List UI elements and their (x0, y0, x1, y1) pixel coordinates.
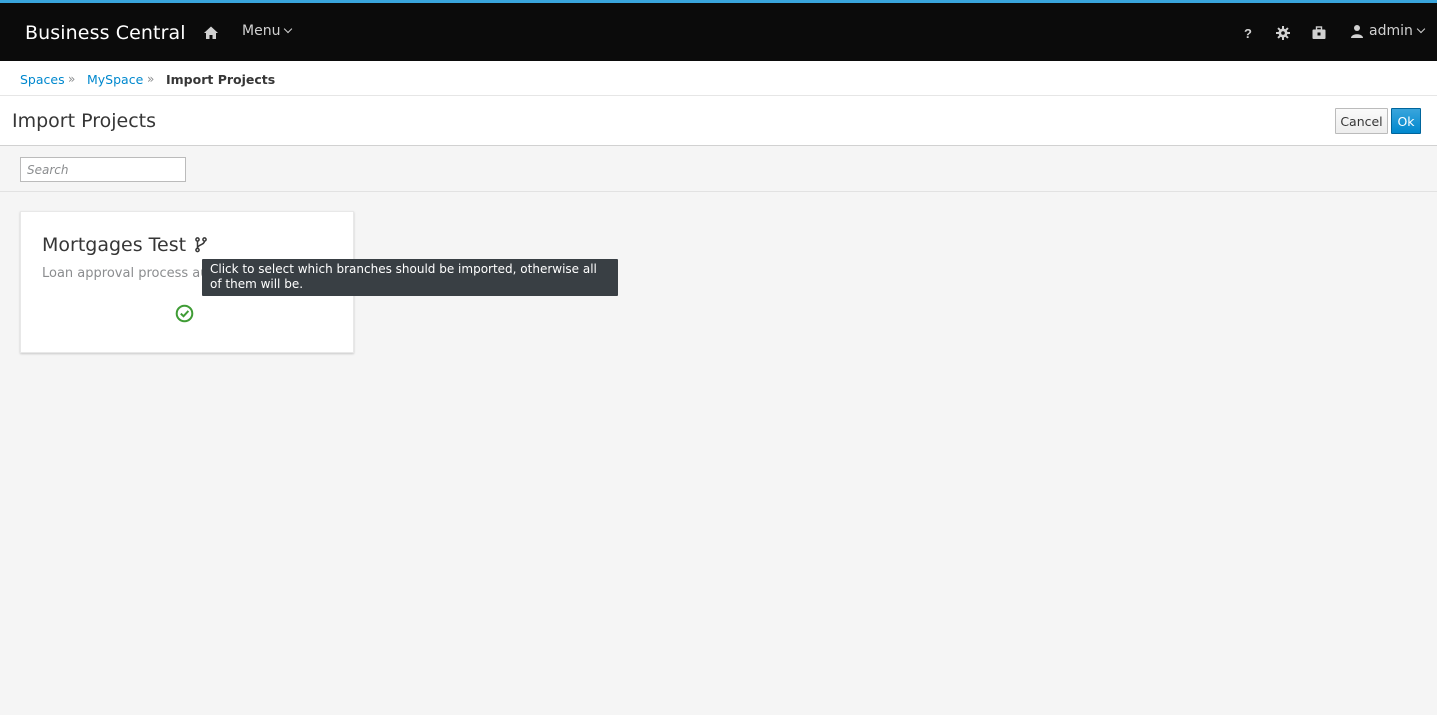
help-glyph: ? (1244, 25, 1252, 41)
project-card-title: Mortgages Test (42, 234, 208, 256)
check-circle-icon (175, 304, 194, 323)
briefcase-icon[interactable] (1311, 25, 1327, 41)
ok-button[interactable]: Ok (1391, 108, 1421, 134)
breadcrumb-separator: » (147, 72, 155, 86)
project-name: Mortgages Test (42, 234, 187, 256)
breadcrumb-spaces[interactable]: Spaces (20, 72, 65, 87)
menu-dropdown[interactable]: Menu (242, 23, 293, 39)
user-icon (1351, 25, 1363, 38)
brand-title[interactable]: Business Central (25, 22, 186, 44)
branch-icon[interactable] (194, 237, 208, 253)
branch-tooltip: Click to select which branches should be… (202, 259, 618, 296)
page-header: Import Projects Cancel Ok (0, 96, 1437, 146)
gear-icon[interactable] (1275, 25, 1291, 41)
home-icon[interactable] (203, 25, 219, 41)
page-title: Import Projects (12, 110, 157, 132)
user-label: admin (1369, 23, 1413, 39)
chevron-down-icon (284, 24, 293, 34)
cancel-button[interactable]: Cancel (1335, 108, 1388, 134)
top-navbar: Business Central Menu ? admin (0, 0, 1437, 61)
menu-label: Menu (242, 23, 281, 39)
filter-toolbar (0, 146, 1437, 192)
breadcrumb-current: Import Projects (166, 72, 276, 87)
project-description: Loan approval process aut (42, 266, 214, 281)
breadcrumb-myspace[interactable]: MySpace (87, 72, 143, 87)
breadcrumb-separator: » (68, 72, 76, 86)
breadcrumb: Spaces » MySpace » Import Projects (0, 61, 1437, 96)
user-menu[interactable]: admin (1350, 23, 1426, 39)
help-icon[interactable]: ? (1240, 25, 1256, 41)
chevron-down-icon (1416, 24, 1426, 34)
search-input[interactable] (20, 157, 186, 182)
